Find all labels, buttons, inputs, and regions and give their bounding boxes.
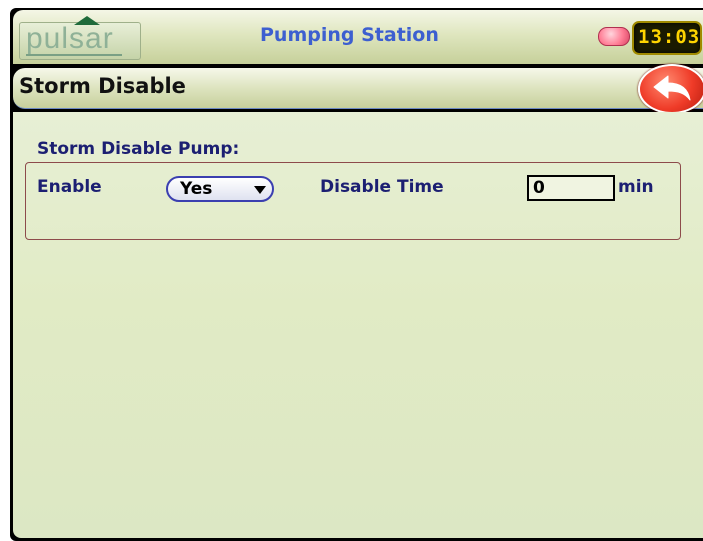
clock-display: 13:03: [632, 21, 702, 55]
clock-time: 13:03: [638, 26, 701, 48]
enable-select-value: Yes: [180, 179, 213, 199]
section-title: Storm Disable Pump:: [37, 139, 240, 159]
content-area: Storm Disable Pump: Enable Yes Disable T…: [13, 112, 703, 538]
chevron-down-icon: [254, 186, 266, 194]
device-screen: pulsar Pumping Station 13:03 Storm Disab…: [10, 8, 703, 541]
disable-time-value: 0: [533, 178, 545, 198]
app-title: Pumping Station: [260, 24, 439, 46]
enable-label: Enable: [37, 177, 102, 197]
screen-title-bar: Storm Disable: [13, 64, 703, 114]
disable-time-label: Disable Time: [320, 177, 444, 197]
logo-text: pulsar: [26, 22, 114, 55]
back-button[interactable]: [638, 64, 703, 114]
back-arrow-icon: [653, 75, 691, 101]
disable-time-unit: min: [618, 177, 654, 197]
status-led-icon: [598, 27, 630, 46]
disable-time-input[interactable]: 0: [527, 175, 615, 201]
screen-title: Storm Disable: [19, 74, 186, 98]
pulsar-logo: pulsar: [19, 16, 141, 60]
enable-select[interactable]: Yes: [166, 176, 274, 202]
top-bar: pulsar Pumping Station 13:03: [13, 10, 703, 64]
storm-disable-group: Enable Yes Disable Time 0 min: [25, 162, 681, 240]
logo-tagline-graphic: [26, 54, 122, 56]
